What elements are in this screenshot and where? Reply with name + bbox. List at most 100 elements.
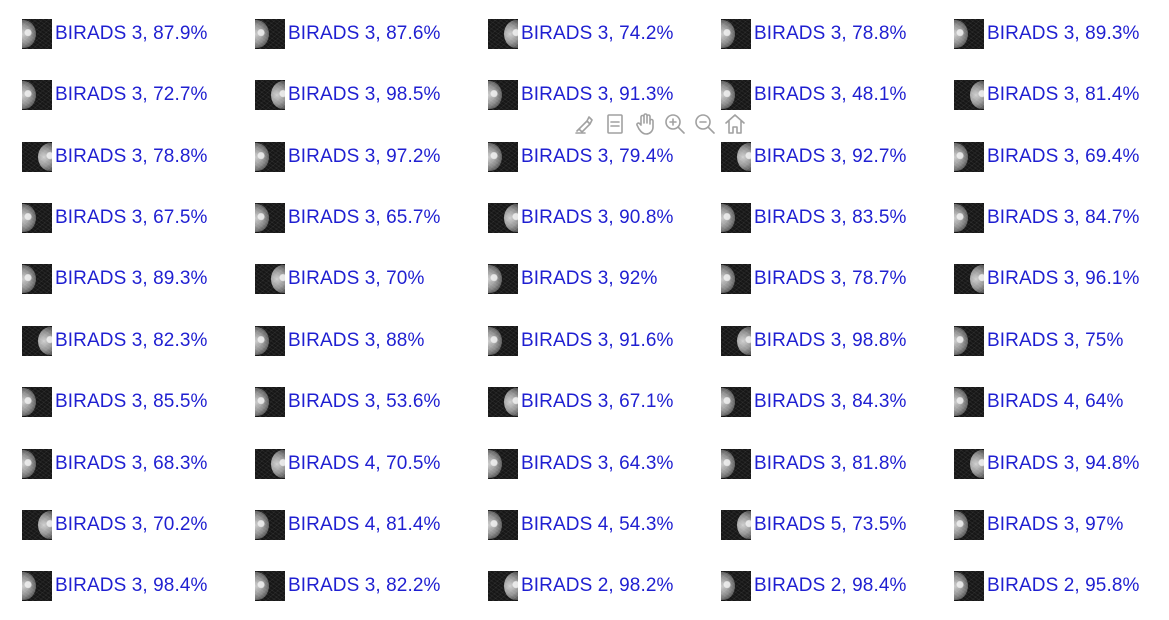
thumbnail-tile: BIRADS 3, 92.7%: [721, 141, 907, 173]
mammogram-thumbnail: [721, 19, 751, 49]
birads-label: BIRADS 3, 94.8%: [987, 453, 1140, 474]
birads-label: BIRADS 4, 81.4%: [288, 514, 441, 535]
mammogram-thumbnail: [721, 203, 751, 233]
pan-hand-icon[interactable]: [632, 111, 658, 137]
mammogram-thumbnail: [721, 510, 751, 540]
birads-label: BIRADS 3, 87.9%: [55, 23, 208, 44]
thumbnail-tile: BIRADS 3, 79.4%: [488, 141, 674, 173]
tissue-texture: [488, 142, 518, 172]
tissue-texture: [721, 142, 751, 172]
mammogram-thumbnail: [488, 19, 518, 49]
tissue-texture: [255, 571, 285, 601]
mammogram-thumbnail: [721, 80, 751, 110]
mammogram-thumbnail: [255, 326, 285, 356]
tissue-texture: [488, 326, 518, 356]
birads-label: BIRADS 3, 69.4%: [987, 146, 1140, 167]
birads-label: BIRADS 3, 84.3%: [754, 391, 907, 412]
thumbnail-tile: BIRADS 3, 84.7%: [954, 202, 1140, 234]
birads-label: BIRADS 3, 78.7%: [754, 268, 907, 289]
tissue-texture: [721, 571, 751, 601]
tissue-texture: [488, 19, 518, 49]
mammogram-thumbnail: [255, 19, 285, 49]
thumbnail-tile: BIRADS 3, 94.8%: [954, 448, 1140, 480]
tissue-texture: [954, 264, 984, 294]
mammogram-thumbnail: [721, 326, 751, 356]
mammogram-thumbnail: [488, 264, 518, 294]
mammogram-thumbnail: [22, 203, 52, 233]
birads-label: BIRADS 4, 64%: [987, 391, 1124, 412]
thumbnail-tile: BIRADS 3, 70.2%: [22, 509, 208, 541]
birads-label: BIRADS 3, 72.7%: [55, 84, 208, 105]
birads-label: BIRADS 3, 98.4%: [55, 575, 208, 596]
mammogram-thumbnail: [488, 571, 518, 601]
birads-label: BIRADS 3, 90.8%: [521, 207, 674, 228]
mammogram-thumbnail: [22, 510, 52, 540]
thumbnail-tile: BIRADS 3, 78.7%: [721, 263, 907, 295]
birads-label: BIRADS 3, 53.6%: [288, 391, 441, 412]
thumbnail-tile: BIRADS 3, 75%: [954, 325, 1123, 357]
mammogram-thumbnail: [721, 387, 751, 417]
tissue-texture: [22, 571, 52, 601]
birads-label: BIRADS 3, 79.4%: [521, 146, 674, 167]
thumbnail-tile: BIRADS 2, 95.8%: [954, 570, 1140, 602]
thumbnail-tile: BIRADS 3, 81.8%: [721, 448, 907, 480]
thumbnail-tile: BIRADS 3, 96.1%: [954, 263, 1140, 295]
birads-label: BIRADS 5, 73.5%: [754, 514, 907, 535]
birads-label: BIRADS 3, 64.3%: [521, 453, 674, 474]
birads-label: BIRADS 3, 81.8%: [754, 453, 907, 474]
thumbnail-tile: BIRADS 3, 53.6%: [255, 386, 441, 418]
mammogram-thumbnail: [22, 571, 52, 601]
thumbnail-tile: BIRADS 3, 89.3%: [954, 18, 1140, 50]
thumbnail-tile: BIRADS 2, 98.2%: [488, 570, 674, 602]
tissue-texture: [255, 80, 285, 110]
mammogram-thumbnail: [954, 387, 984, 417]
thumbnail-tile: BIRADS 3, 98.5%: [255, 79, 441, 111]
thumbnail-tile: BIRADS 3, 98.4%: [22, 570, 208, 602]
mammogram-thumbnail: [22, 326, 52, 356]
tissue-texture: [22, 326, 52, 356]
thumbnail-tile: BIRADS 4, 54.3%: [488, 509, 674, 541]
birads-label: BIRADS 3, 75%: [987, 330, 1124, 351]
thumbnail-tile: BIRADS 4, 81.4%: [255, 509, 441, 541]
birads-label: BIRADS 4, 54.3%: [521, 514, 674, 535]
brush-icon[interactable]: [572, 111, 598, 137]
thumbnail-tile: BIRADS 3, 82.2%: [255, 570, 441, 602]
birads-label: BIRADS 3, 88%: [288, 330, 425, 351]
tissue-texture: [721, 449, 751, 479]
tissue-texture: [255, 326, 285, 356]
home-icon[interactable]: [722, 111, 748, 137]
thumbnail-tile: BIRADS 3, 84.3%: [721, 386, 907, 418]
thumbnail-tile: BIRADS 3, 87.6%: [255, 18, 441, 50]
tissue-texture: [721, 80, 751, 110]
tissue-texture: [721, 510, 751, 540]
datatip-icon[interactable]: [602, 111, 628, 137]
thumbnail-tile: BIRADS 3, 48.1%: [721, 79, 907, 111]
tissue-texture: [488, 264, 518, 294]
tissue-texture: [255, 387, 285, 417]
thumbnail-tile: BIRADS 3, 88%: [255, 325, 424, 357]
mammogram-thumbnail: [488, 203, 518, 233]
tissue-texture: [721, 387, 751, 417]
mammogram-thumbnail: [22, 80, 52, 110]
tissue-texture: [488, 449, 518, 479]
tissue-texture: [721, 203, 751, 233]
thumbnail-tile: BIRADS 3, 74.2%: [488, 18, 674, 50]
tissue-texture: [255, 142, 285, 172]
tissue-texture: [255, 19, 285, 49]
mammogram-thumbnail: [954, 571, 984, 601]
mammogram-thumbnail: [488, 449, 518, 479]
tissue-texture: [488, 80, 518, 110]
mammogram-thumbnail: [255, 142, 285, 172]
birads-label: BIRADS 3, 85.5%: [55, 391, 208, 412]
birads-label: BIRADS 3, 67.1%: [521, 391, 674, 412]
zoom-out-icon[interactable]: [692, 111, 718, 137]
birads-label: BIRADS 3, 98.5%: [288, 84, 441, 105]
zoom-in-icon[interactable]: [662, 111, 688, 137]
birads-label: BIRADS 3, 67.5%: [55, 207, 208, 228]
birads-label: BIRADS 3, 91.3%: [521, 84, 674, 105]
mammogram-thumbnail: [721, 142, 751, 172]
thumbnail-tile: BIRADS 3, 65.7%: [255, 202, 441, 234]
tissue-texture: [22, 142, 52, 172]
thumbnail-tile: BIRADS 3, 78.8%: [721, 18, 907, 50]
mammogram-thumbnail: [488, 80, 518, 110]
